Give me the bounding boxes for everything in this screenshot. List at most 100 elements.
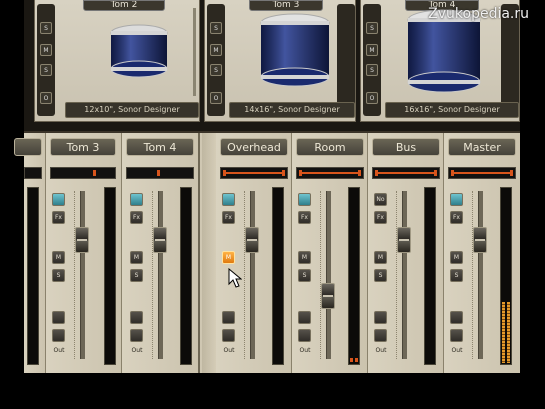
send-button[interactable]: [298, 311, 311, 324]
mixer-panel: Tom 3 Fx M S Out Tom 4 Fx M S Out Overhe…: [14, 133, 520, 373]
fx-button[interactable]: Fx: [130, 211, 143, 224]
volume-fader-track[interactable]: [402, 191, 407, 359]
fx-button[interactable]: Fx: [450, 211, 463, 224]
mixer-strip-bus: Bus No Fx M S Out: [368, 133, 444, 373]
fx-button[interactable]: Fx: [222, 211, 235, 224]
output-button[interactable]: [222, 329, 235, 342]
volume-fader-handle[interactable]: [153, 226, 167, 253]
output-button[interactable]: [52, 329, 65, 342]
mixer-strip-room: Room Fx M S Out: [292, 133, 368, 373]
send-button[interactable]: [374, 311, 387, 324]
output-label: Out: [223, 347, 235, 354]
mouse-pointer-icon: [228, 268, 242, 288]
mixer-strip-partial: [14, 133, 46, 373]
volume-fader-handle[interactable]: [245, 226, 259, 253]
output-button[interactable]: [374, 329, 387, 342]
mute-button-active[interactable]: M: [222, 251, 235, 264]
solo-button[interactable]: S: [298, 269, 311, 282]
level-meter: [272, 187, 284, 365]
drum-side-controls-left: S M S O: [37, 4, 55, 116]
fx-button[interactable]: Fx: [298, 211, 311, 224]
mute-button[interactable]: M: [298, 251, 311, 264]
input-select-button[interactable]: [298, 193, 311, 206]
drum-solo-button[interactable]: S: [366, 22, 378, 34]
strip-name-button[interactable]: Bus: [372, 138, 440, 156]
solo-button[interactable]: S: [52, 269, 65, 282]
drum-out-button[interactable]: O: [210, 92, 222, 104]
drum-panel-tom-3: S M S O Tom 3 14x16", Sonor Designer: [204, 0, 356, 122]
output-label: Out: [131, 347, 143, 354]
drum-mute-button[interactable]: M: [366, 44, 378, 56]
send-button[interactable]: [130, 311, 143, 324]
volume-fader-handle[interactable]: [473, 226, 487, 253]
output-button[interactable]: [298, 329, 311, 342]
strip-name-button[interactable]: Master: [448, 138, 516, 156]
drum-mute-button[interactable]: M: [40, 44, 52, 56]
pan-control[interactable]: [448, 167, 516, 179]
mute-button[interactable]: M: [374, 251, 387, 264]
pan-control[interactable]: [50, 167, 116, 179]
master-meter-right-fill: [507, 302, 510, 363]
volume-fader-handle[interactable]: [397, 226, 411, 253]
tom-2-drum-image[interactable]: [103, 22, 175, 82]
output-label: Out: [53, 347, 65, 354]
volume-fader-handle[interactable]: [75, 226, 89, 253]
send-button[interactable]: [52, 311, 65, 324]
mute-button[interactable]: M: [52, 251, 65, 264]
drum-mute-button[interactable]: M: [210, 44, 222, 56]
input-select-button[interactable]: [130, 193, 143, 206]
fx-button[interactable]: Fx: [52, 211, 65, 224]
drum-send-button[interactable]: S: [210, 64, 222, 76]
drum-title[interactable]: Tom 2: [83, 0, 165, 11]
output-button[interactable]: [450, 329, 463, 342]
pan-control[interactable]: [24, 167, 42, 179]
drum-caption: 16x16", Sonor Designer: [385, 102, 519, 118]
drum-out-button[interactable]: O: [40, 92, 52, 104]
drum-send-button[interactable]: S: [40, 64, 52, 76]
no-button[interactable]: No: [374, 193, 387, 206]
level-meter: [424, 187, 436, 365]
strip-name-button[interactable]: Overhead: [220, 138, 288, 156]
drum-out-button[interactable]: O: [366, 92, 378, 104]
tom-3-drum-image[interactable]: [255, 12, 335, 88]
watermark: Zvukopedia.ru: [428, 6, 529, 22]
volume-fader-track[interactable]: [250, 191, 255, 359]
pan-control[interactable]: [296, 167, 364, 179]
strip-name-button[interactable]: Room: [296, 138, 364, 156]
volume-fader-track[interactable]: [158, 191, 163, 359]
level-meter: [27, 187, 39, 365]
drum-solo-button[interactable]: S: [210, 22, 222, 34]
strip-name-button[interactable]: Tom 4: [126, 138, 194, 156]
pan-control[interactable]: [126, 167, 194, 179]
mute-button[interactable]: M: [130, 251, 143, 264]
drum-caption: 12x10", Sonor Designer: [65, 102, 199, 118]
drum-title[interactable]: Tom 3: [249, 0, 323, 11]
send-button[interactable]: [222, 311, 235, 324]
drum-solo-button[interactable]: S: [40, 22, 52, 34]
strip-name-button[interactable]: Tom 3: [50, 138, 116, 156]
pan-control[interactable]: [220, 167, 288, 179]
fx-button[interactable]: Fx: [374, 211, 387, 224]
mixer-strip-overhead: Overhead Fx M Out: [216, 133, 292, 373]
input-select-button[interactable]: [222, 193, 235, 206]
volume-fader-track[interactable]: [80, 191, 85, 359]
volume-fader-track[interactable]: [326, 191, 331, 359]
output-label: Out: [375, 347, 387, 354]
strip-name-button[interactable]: [14, 138, 42, 156]
level-meter: [180, 187, 192, 365]
volume-fader-track[interactable]: [478, 191, 483, 359]
drum-side-controls-left: S M S O: [363, 4, 381, 116]
solo-button[interactable]: S: [450, 269, 463, 282]
drum-send-button[interactable]: S: [366, 64, 378, 76]
volume-fader-handle[interactable]: [321, 283, 335, 310]
send-button[interactable]: [450, 311, 463, 324]
drum-volume-track[interactable]: [193, 8, 196, 96]
solo-button[interactable]: S: [130, 269, 143, 282]
pan-control[interactable]: [372, 167, 440, 179]
drum-panel-tom-2: S M S O Tom 2 12x10", Sonor Designer: [34, 0, 200, 122]
mute-button[interactable]: M: [450, 251, 463, 264]
input-select-button[interactable]: [450, 193, 463, 206]
input-select-button[interactable]: [52, 193, 65, 206]
output-button[interactable]: [130, 329, 143, 342]
solo-button[interactable]: S: [374, 269, 387, 282]
